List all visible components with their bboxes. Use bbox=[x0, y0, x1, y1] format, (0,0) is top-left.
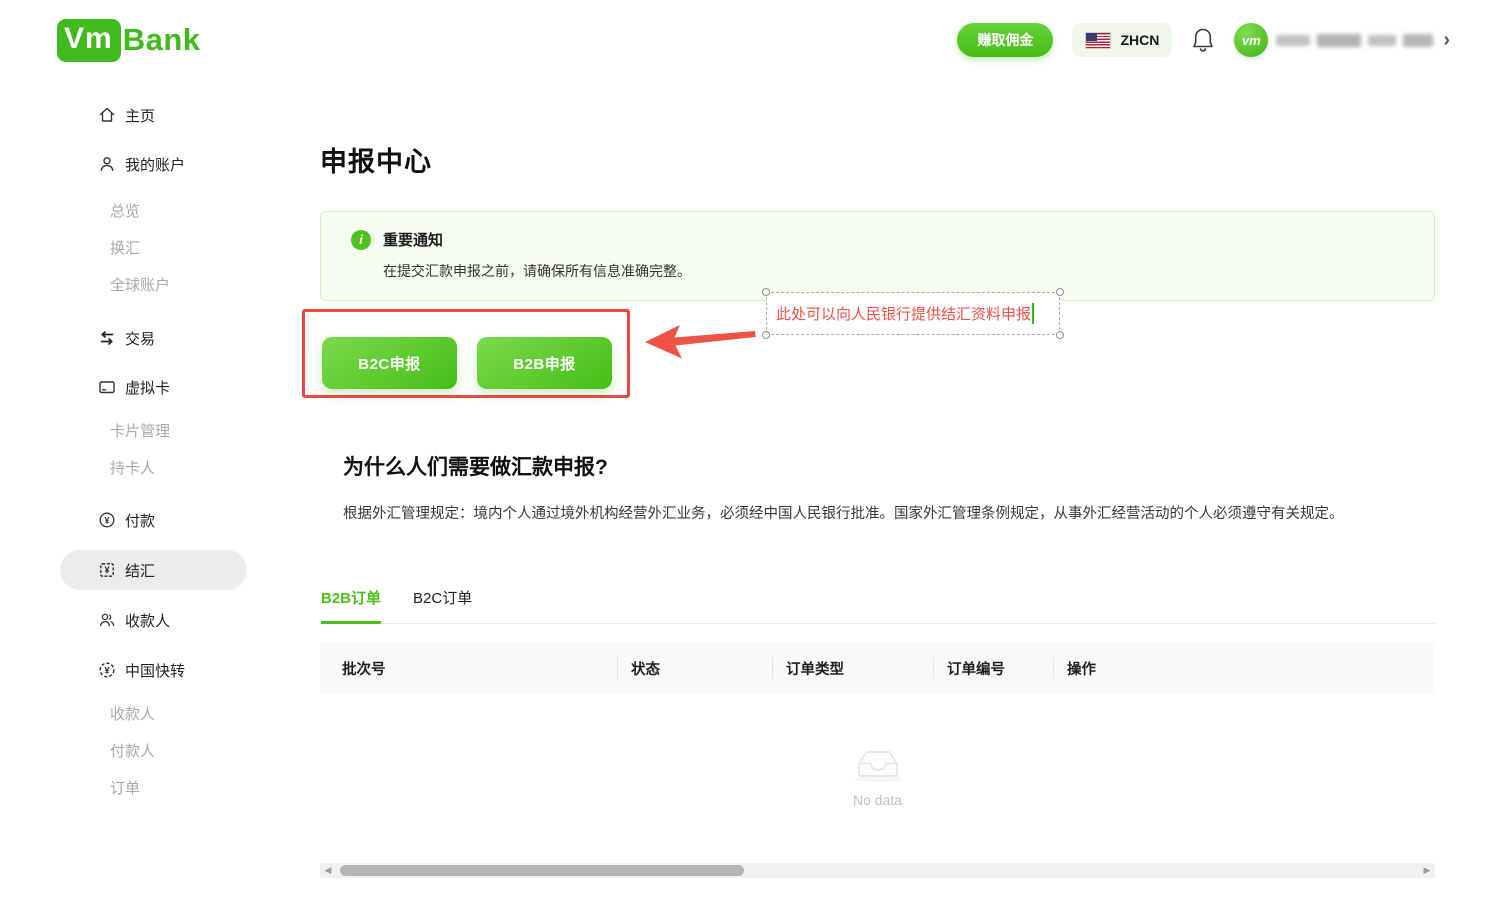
notification-bell-icon[interactable] bbox=[1191, 27, 1215, 53]
credit-card-icon bbox=[98, 378, 116, 396]
language-label: ZHCN bbox=[1120, 32, 1159, 48]
b2b-declare-button[interactable]: B2B申报 bbox=[477, 337, 612, 389]
sidebar-item-cardholders[interactable]: 持卡人 bbox=[60, 449, 247, 486]
column-order-type: 订单类型 bbox=[772, 658, 933, 679]
sidebar-item-payees[interactable]: 收款人 bbox=[60, 600, 247, 640]
sidebar-item-china-fast-transfer[interactable]: ¥ 中国快转 bbox=[60, 650, 247, 690]
selection-handle-icon bbox=[1056, 288, 1064, 296]
chevron-right-icon[interactable]: › bbox=[1443, 30, 1450, 50]
b2c-declare-button[interactable]: B2C申报 bbox=[322, 337, 457, 389]
horizontal-scrollbar[interactable]: ◀ ▶ bbox=[320, 863, 1435, 878]
top-header: Vm Bank 赚取佣金 ZHCN vm › bbox=[0, 0, 1505, 80]
declare-actions: B2C申报 B2B申报 bbox=[320, 337, 1435, 389]
page-title: 申报中心 bbox=[320, 140, 1435, 179]
annotation-text: 此处可以向人民银行提供结汇资料申报 bbox=[776, 303, 1031, 324]
column-actions: 操作 bbox=[1053, 658, 1435, 679]
selection-handle-icon bbox=[762, 331, 770, 339]
sidebar-item-overview[interactable]: 总览 bbox=[60, 192, 247, 229]
header-controls: 赚取佣金 ZHCN vm › bbox=[957, 23, 1450, 57]
user-icon bbox=[98, 155, 116, 173]
important-notice-banner: i 重要通知 在提交汇款申报之前，请确保所有信息准确完整。 bbox=[320, 211, 1435, 301]
selection-handle-icon bbox=[762, 288, 770, 296]
yuan-circle-icon: ¥ bbox=[98, 511, 116, 529]
orders-table-header: 批次号 状态 订单类型 订单编号 操作 bbox=[320, 642, 1435, 694]
transfer-arrows-icon bbox=[98, 329, 116, 347]
vmbank-logo[interactable]: Vm Bank bbox=[57, 19, 201, 62]
scroll-right-arrow-icon[interactable]: ▶ bbox=[1419, 863, 1435, 878]
sidebar-item-label: 付款 bbox=[125, 510, 155, 531]
sidebar-item-cft-payers[interactable]: 付款人 bbox=[60, 732, 247, 769]
vmbank-app: Vm Bank 赚取佣金 ZHCN vm › 主页 bbox=[0, 0, 1505, 922]
selection-handle-icon bbox=[1056, 331, 1064, 339]
yuan-square-icon: ¥ bbox=[98, 561, 116, 579]
why-section: 为什么人们需要做汇款申报? 根据外汇管理规定：境内个人通过境外机构经营外汇业务，… bbox=[320, 451, 1435, 523]
sidebar-item-transactions[interactable]: 交易 bbox=[60, 318, 247, 358]
notice-title: 重要通知 bbox=[383, 229, 443, 250]
sidebar-item-label: 收款人 bbox=[125, 610, 170, 631]
sidebar-item-label: 主页 bbox=[125, 105, 155, 126]
main-content: 申报中心 i 重要通知 在提交汇款申报之前，请确保所有信息准确完整。 B2C申报… bbox=[320, 80, 1435, 878]
why-heading: 为什么人们需要做汇款申报? bbox=[343, 451, 1435, 481]
svg-text:¥: ¥ bbox=[104, 665, 109, 675]
sidebar-item-label: 我的账户 bbox=[125, 154, 185, 175]
empty-box-icon bbox=[850, 736, 906, 783]
us-flag-icon bbox=[1085, 32, 1111, 49]
sidebar-item-label: 结汇 bbox=[125, 560, 155, 581]
order-tabs: B2B订单 B2C订单 bbox=[320, 578, 1435, 624]
sidebar-item-home[interactable]: 主页 bbox=[60, 95, 247, 135]
sidebar-item-card-management[interactable]: 卡片管理 bbox=[60, 412, 247, 449]
svg-text:¥: ¥ bbox=[104, 515, 109, 525]
svg-text:¥: ¥ bbox=[104, 565, 109, 575]
sidebar-item-cft-payees[interactable]: 收款人 bbox=[60, 695, 247, 732]
column-batch-number: 批次号 bbox=[320, 658, 617, 679]
sidebar-item-exchange[interactable]: 换汇 bbox=[60, 229, 247, 266]
text-caret bbox=[1032, 303, 1034, 324]
column-order-number: 订单编号 bbox=[933, 658, 1053, 679]
home-icon bbox=[98, 106, 116, 124]
earn-commission-button[interactable]: 赚取佣金 bbox=[957, 23, 1053, 57]
sidebar-item-virtual-card[interactable]: 虚拟卡 bbox=[60, 367, 247, 407]
sidebar-item-payments[interactable]: ¥ 付款 bbox=[60, 500, 247, 540]
empty-state-text: No data bbox=[853, 792, 902, 808]
user-menu[interactable]: vm › bbox=[1234, 23, 1450, 57]
empty-state: No data bbox=[320, 694, 1435, 863]
redacted-username bbox=[1276, 34, 1433, 47]
language-selector[interactable]: ZHCN bbox=[1072, 23, 1172, 57]
sidebar-item-label: 虚拟卡 bbox=[125, 377, 170, 398]
info-icon: i bbox=[351, 230, 371, 250]
scrollbar-thumb[interactable] bbox=[340, 865, 744, 876]
scroll-left-arrow-icon[interactable]: ◀ bbox=[320, 863, 336, 878]
yuan-dashed-circle-icon: ¥ bbox=[98, 661, 116, 679]
tab-b2c-orders[interactable]: B2C订单 bbox=[413, 578, 472, 623]
why-body: 根据外汇管理规定：境内个人通过境外机构经营外汇业务，必须经中国人民银行批准。国家… bbox=[343, 502, 1435, 523]
sidebar-item-label: 中国快转 bbox=[125, 660, 185, 681]
sidebar-item-my-account[interactable]: 我的账户 bbox=[60, 144, 247, 184]
user-avatar: vm bbox=[1234, 23, 1268, 57]
sidebar-item-cft-orders[interactable]: 订单 bbox=[60, 769, 247, 806]
sidebar-item-global-accounts[interactable]: 全球账户 bbox=[60, 266, 247, 303]
notice-body: 在提交汇款申报之前，请确保所有信息准确完整。 bbox=[383, 261, 1410, 281]
sidebar-item-label: 交易 bbox=[125, 328, 155, 349]
column-status: 状态 bbox=[617, 658, 772, 679]
people-icon bbox=[98, 611, 116, 629]
logo-bank-text: Bank bbox=[123, 22, 201, 58]
sidebar-nav: 主页 我的账户 总览 换汇 全球账户 交易 虚拟卡 卡片管理 持卡人 ¥ 付款 … bbox=[0, 80, 300, 922]
annotation-text-box: 此处可以向人民银行提供结汇资料申报 bbox=[766, 292, 1060, 335]
tab-b2b-orders[interactable]: B2B订单 bbox=[321, 578, 381, 624]
logo-vm-badge: Vm bbox=[57, 19, 121, 62]
sidebar-item-settlement[interactable]: ¥ 结汇 bbox=[60, 550, 247, 590]
